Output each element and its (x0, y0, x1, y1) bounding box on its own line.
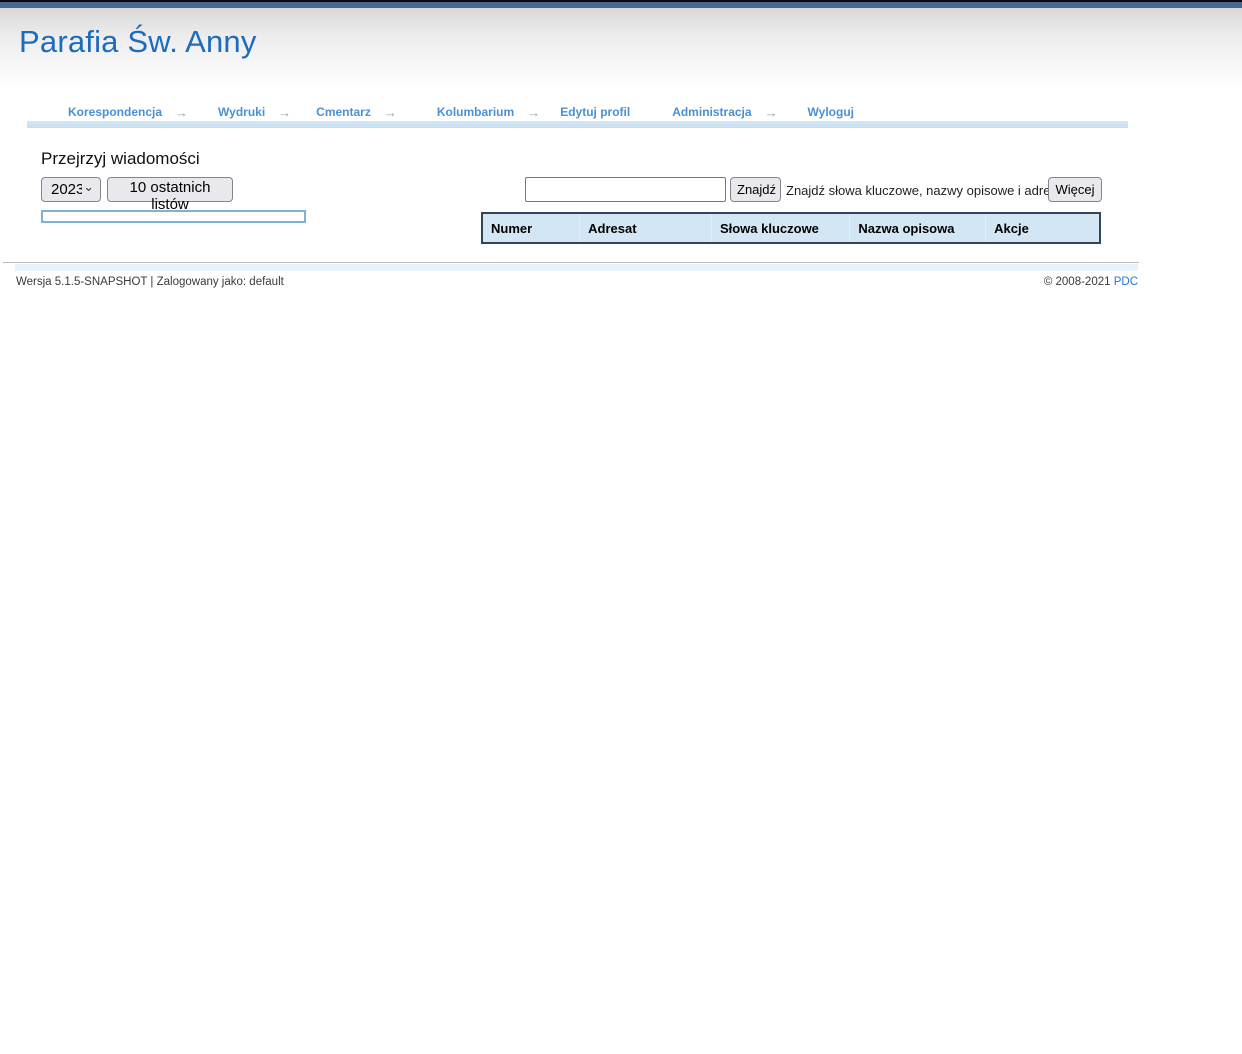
nav-item-edytuj-profil[interactable]: Edytuj profil (560, 105, 630, 119)
copyright-text: © 2008-2021 (1044, 276, 1111, 288)
column-header-numer: Numer (482, 213, 580, 243)
search-input[interactable] (525, 177, 726, 202)
section-heading: Przejrzyj wiadomości (41, 149, 200, 169)
page: Parafia Św. Anny Korespondencja → Wydruk… (0, 0, 1242, 1054)
arrow-right-icon: → (175, 105, 188, 120)
arrow-right-icon: → (384, 105, 397, 120)
nav-underline-bar (27, 121, 1128, 128)
header: Parafia Św. Anny (0, 8, 1242, 90)
footer-copyright: © 2008-2021 PDC (1044, 276, 1138, 288)
nav-item-administracja[interactable]: Administracja → (672, 105, 777, 120)
nav-item-wyloguj[interactable]: Wyloguj (808, 105, 854, 119)
nav-item-cmentarz[interactable]: Cmentarz → (316, 105, 397, 120)
column-header-adresat: Adresat (580, 213, 712, 243)
nav-item-wydruki[interactable]: Wydruki → (218, 105, 291, 120)
pdc-link[interactable]: PDC (1114, 276, 1138, 288)
footer-accent-bar (15, 264, 1138, 271)
year-select-wrap: 2023 ⌄ (41, 177, 101, 202)
footer-divider (3, 262, 1139, 263)
year-select[interactable]: 2023 (41, 177, 101, 202)
last-letters-button[interactable]: 10 ostatnich listów (107, 177, 233, 202)
search-hint: Znajdź słowa kluczowe, nazwy opisowe i a… (786, 183, 1063, 198)
main-nav: Korespondencja → Wydruki → Cmentarz → Ko… (0, 103, 1242, 121)
column-header-nazwa-opisowa: Nazwa opisowa (850, 213, 986, 243)
arrow-right-icon: → (527, 105, 540, 120)
arrow-right-icon: → (765, 105, 778, 120)
find-button[interactable]: Znajdź (730, 177, 781, 202)
footer-version-text: Wersja 5.1.5-SNAPSHOT | Zalogowany jako:… (16, 276, 284, 288)
arrow-right-icon: → (278, 105, 291, 120)
messages-table: Numer Adresat Słowa kluczowe Nazwa opiso… (481, 212, 1101, 244)
nav-item-korespondencja[interactable]: Korespondencja → (68, 105, 188, 120)
nav-item-kolumbarium[interactable]: Kolumbarium → (437, 105, 540, 120)
page-title: Parafia Św. Anny (19, 24, 257, 60)
more-button[interactable]: Więcej (1048, 177, 1102, 202)
column-header-akcje: Akcje (986, 213, 1100, 243)
table-header-row: Numer Adresat Słowa kluczowe Nazwa opiso… (482, 213, 1100, 243)
column-header-slowa-kluczowe: Słowa kluczowe (711, 213, 849, 243)
filter-input[interactable] (41, 210, 306, 223)
